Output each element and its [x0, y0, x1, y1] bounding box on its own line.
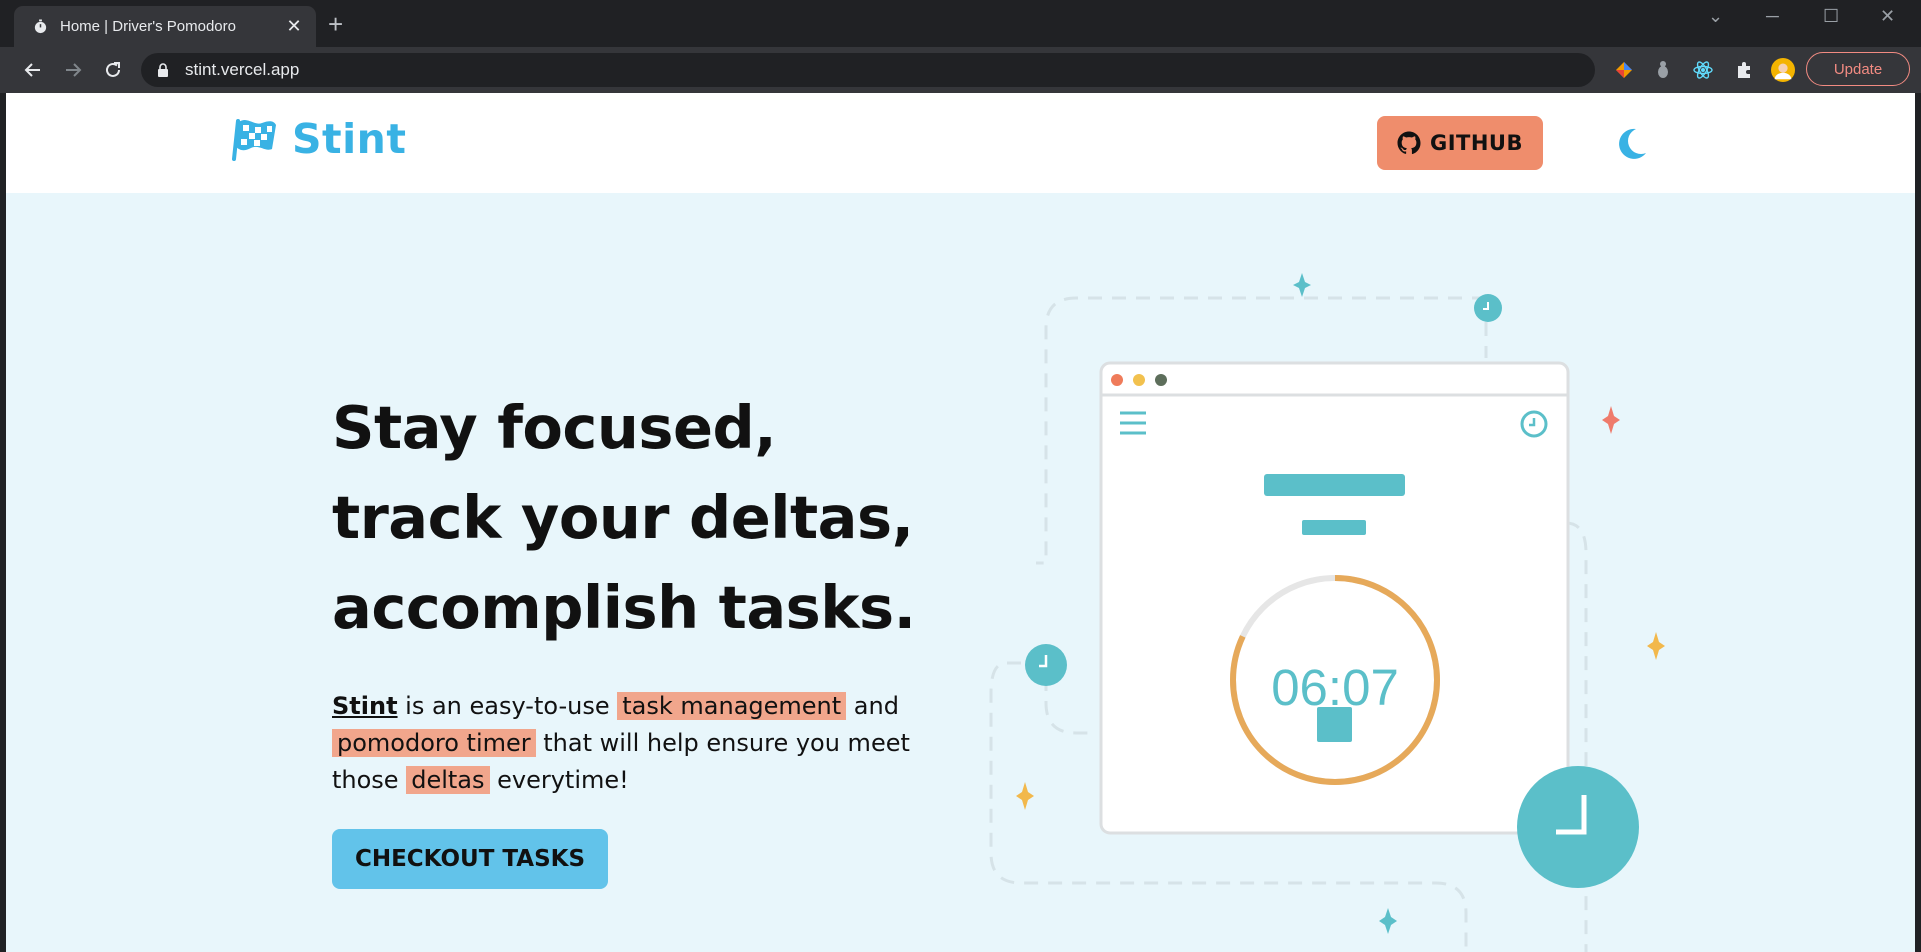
stop-icon	[1317, 707, 1352, 742]
browser-tab-bar: Home | Driver's Pomodoro ✕ + ⌄ ─ ☐ ✕	[0, 0, 1921, 47]
puzzle-extensions-icon[interactable]	[1732, 58, 1756, 82]
new-tab-icon[interactable]: +	[328, 10, 343, 38]
sparkle-icon	[1379, 908, 1397, 934]
placeholder-subtitle-bar	[1302, 520, 1366, 535]
large-clock-icon	[1517, 766, 1639, 888]
forward-icon[interactable]	[59, 56, 87, 84]
browser-tab[interactable]: Home | Driver's Pomodoro ✕	[14, 6, 316, 47]
page-viewport: Stint GITHUB Stay focused, track your de…	[6, 93, 1915, 952]
app-window-mockup: 06:07	[1099, 361, 1570, 835]
sparkle-icon	[1293, 273, 1311, 297]
tab-close-icon[interactable]: ✕	[284, 16, 304, 37]
update-button[interactable]: Update	[1806, 52, 1910, 86]
tab-title: Home | Driver's Pomodoro	[60, 18, 236, 35]
stopwatch-icon	[32, 19, 48, 35]
browser-toolbar: stint.vercel.app Update	[0, 47, 1921, 93]
minimize-icon[interactable]: ─	[1766, 6, 1779, 27]
maximize-icon[interactable]: ☐	[1823, 6, 1839, 27]
profile-avatar[interactable]	[1771, 58, 1795, 82]
placeholder-title-bar	[1264, 474, 1405, 496]
clock-badge-icon	[1025, 644, 1067, 686]
color-extension-icon[interactable]	[1612, 58, 1636, 82]
sparkle-icon	[1602, 406, 1620, 434]
lock-icon	[157, 63, 171, 77]
reload-icon[interactable]	[99, 56, 127, 84]
sparkle-icon	[1016, 782, 1034, 810]
url-text: stint.vercel.app	[185, 60, 300, 79]
address-bar[interactable]: stint.vercel.app	[141, 53, 1595, 87]
sparkle-icon	[1647, 632, 1665, 660]
pomodoro-illustration: 06:07	[989, 273, 1665, 952]
react-devtools-icon[interactable]	[1691, 58, 1715, 82]
clock-badge-icon	[1474, 294, 1502, 322]
close-window-icon[interactable]: ✕	[1880, 6, 1895, 27]
back-icon[interactable]	[19, 56, 47, 84]
tab-search-icon[interactable]: ⌄	[1708, 6, 1723, 27]
extension-icon[interactable]	[1651, 58, 1675, 82]
